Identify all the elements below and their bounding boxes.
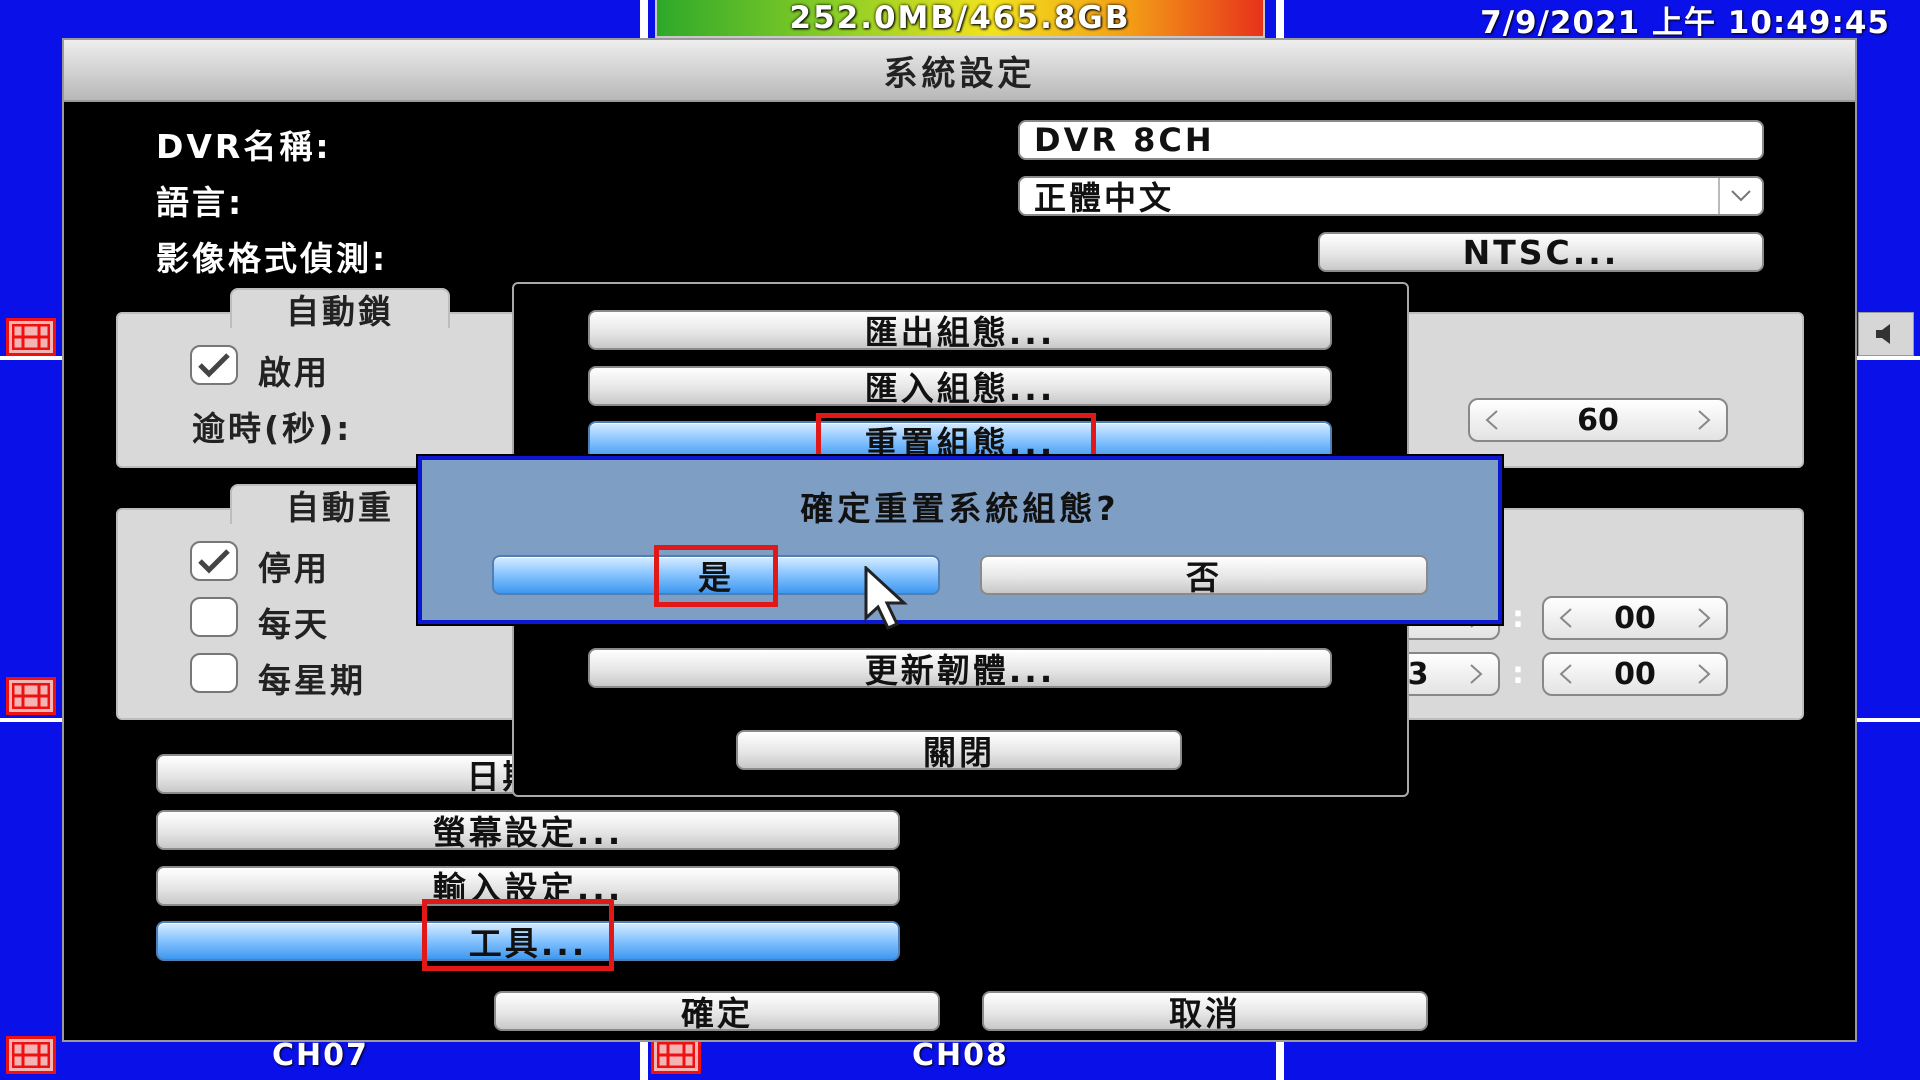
arrow-right-icon[interactable]	[1682, 654, 1726, 694]
auto-lock-enable-label: 啟用	[258, 353, 330, 392]
system-datetime: 7/9/2021 上午 10:49:45	[1480, 4, 1890, 41]
auto-lock-enable-checkbox[interactable]	[190, 345, 238, 385]
top-divider-left	[640, 0, 648, 38]
update-firmware-button[interactable]: 更新韌體...	[588, 648, 1332, 690]
screen-settings-button[interactable]: 螢幕設定...	[156, 810, 900, 852]
time-colon: :	[1512, 600, 1524, 635]
bottom-divider-left	[640, 1042, 648, 1080]
reboot-daily-checkbox[interactable]	[190, 597, 238, 637]
mouse-cursor-icon	[864, 564, 916, 636]
cancel-button[interactable]: 取消	[982, 991, 1428, 1033]
video-format-label: 影像格式偵測:	[156, 239, 389, 278]
reboot-minute-spinner[interactable]: 00	[1542, 652, 1728, 696]
bottom-divider-right	[1276, 1042, 1284, 1080]
highlight-box	[654, 545, 778, 607]
checkmark-icon	[198, 549, 230, 574]
reboot-minute-spinner[interactable]: 00	[1542, 596, 1728, 640]
video-format-button[interactable]: NTSC...	[1318, 232, 1764, 272]
arrow-left-icon[interactable]	[1544, 598, 1588, 638]
speaker-icon[interactable]	[1858, 312, 1914, 356]
confirm-message: 確定重置系統組態?	[800, 489, 1120, 528]
grid-line	[0, 356, 62, 360]
reboot-disable-checkbox[interactable]	[190, 541, 238, 581]
import-config-button[interactable]: 匯入組態...	[588, 366, 1332, 408]
arrow-right-icon[interactable]	[1454, 654, 1498, 694]
time-colon: :	[1512, 656, 1524, 691]
arrow-left-icon[interactable]	[1470, 400, 1514, 440]
auto-reboot-tab: 自動重	[230, 484, 450, 527]
reboot-weekly-checkbox[interactable]	[190, 653, 238, 693]
dvr-name-field[interactable]: DVR 8CH	[1018, 120, 1764, 160]
timeout-spinner[interactable]: 60	[1468, 398, 1728, 442]
timeout-value: 60	[1577, 402, 1619, 438]
arrow-right-icon[interactable]	[1682, 598, 1726, 638]
auto-lock-tab: 自動鎖	[230, 288, 450, 331]
film-icon	[6, 1036, 56, 1074]
window-title: 系統設定	[62, 38, 1857, 102]
reboot-option-label: 每星期	[258, 661, 366, 700]
arrow-right-icon[interactable]	[1682, 400, 1726, 440]
reboot-minute-value: 00	[1614, 600, 1656, 636]
film-icon	[6, 677, 56, 715]
checkmark-icon	[198, 353, 230, 378]
highlight-box	[422, 899, 614, 971]
export-config-button[interactable]: 匯出組態...	[588, 310, 1332, 352]
language-select[interactable]: 正體中文	[1018, 176, 1764, 217]
arrow-left-icon[interactable]	[1544, 654, 1588, 694]
language-value: 正體中文	[1034, 179, 1175, 217]
grid-line	[1857, 356, 1920, 360]
language-label: 語言:	[156, 183, 245, 222]
grid-line	[0, 718, 62, 722]
reboot-minute-value: 00	[1614, 656, 1656, 692]
top-divider-right	[1276, 0, 1284, 38]
ok-button[interactable]: 確定	[494, 991, 940, 1033]
confirm-no-button[interactable]: 否	[980, 555, 1428, 597]
grid-line	[1857, 718, 1920, 722]
chevron-down-icon[interactable]	[1718, 178, 1762, 214]
timeout-label: 逾時(秒):	[192, 409, 353, 448]
channel-label: CH07	[272, 1038, 369, 1073]
reboot-option-label: 停用	[258, 549, 330, 588]
dvr-name-label: DVR名稱:	[156, 127, 332, 166]
close-button[interactable]: 關閉	[736, 730, 1182, 772]
channel-label: CH08	[912, 1038, 1009, 1073]
storage-usage-bar: 252.0MB/465.8GB	[655, 0, 1265, 38]
reboot-option-label: 每天	[258, 605, 330, 644]
film-icon	[6, 318, 56, 356]
